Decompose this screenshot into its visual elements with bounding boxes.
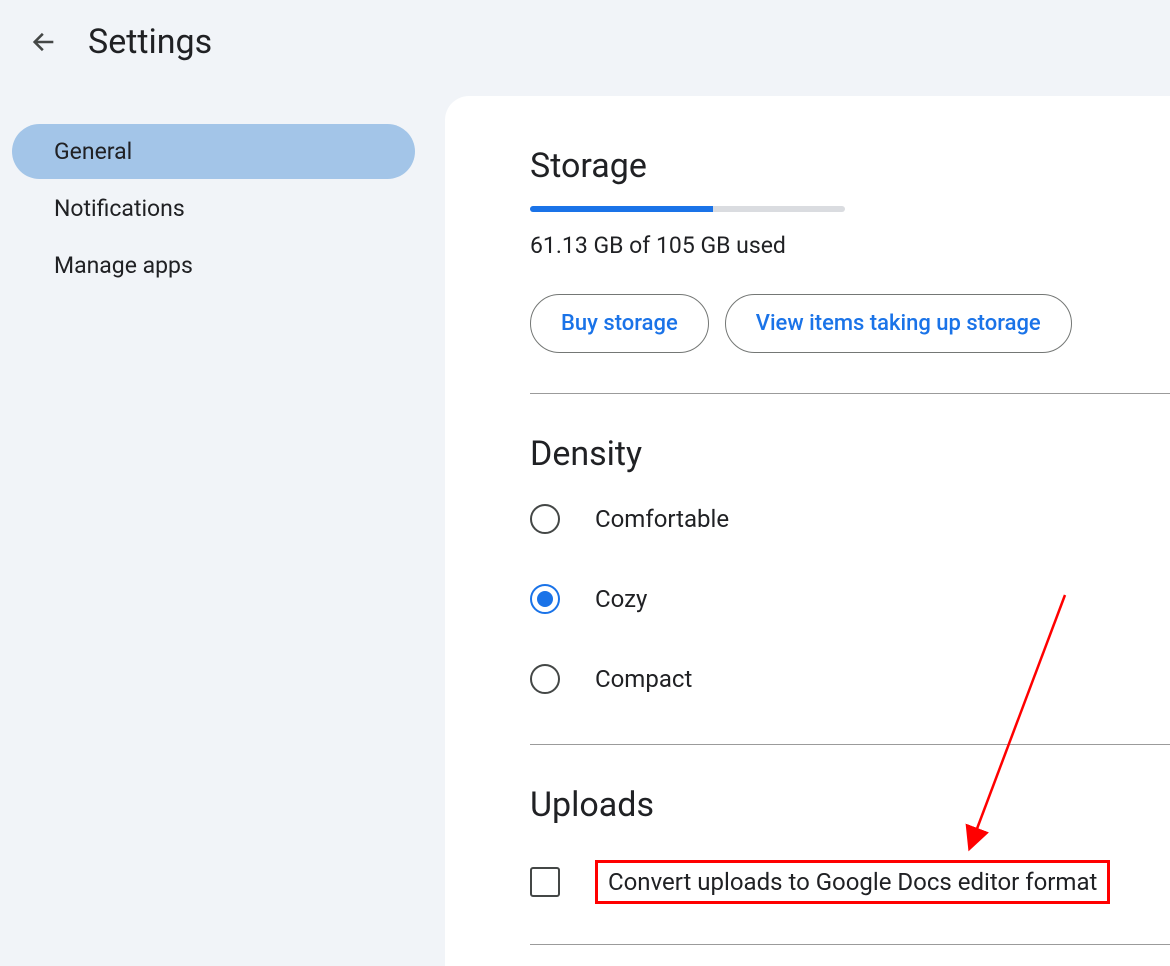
sidebar-item-label: Notifications — [54, 195, 185, 222]
density-radio-group: Comfortable Cozy Compact — [530, 504, 1170, 694]
view-storage-items-button[interactable]: View items taking up storage — [725, 294, 1072, 353]
density-option-comfortable[interactable]: Comfortable — [530, 504, 1170, 534]
main-container: General Notifications Manage apps Storag… — [0, 84, 1170, 966]
storage-buttons: Buy storage View items taking up storage — [530, 294, 1170, 353]
density-option-compact[interactable]: Compact — [530, 664, 1170, 694]
storage-usage-text: 61.13 GB of 105 GB used — [530, 232, 1170, 259]
radio-label: Cozy — [595, 585, 647, 613]
sidebar-item-label: Manage apps — [54, 252, 193, 279]
density-section: Density Comfortable Cozy Compact — [530, 394, 1170, 694]
radio-icon — [530, 504, 560, 534]
radio-icon — [530, 664, 560, 694]
storage-title: Storage — [530, 146, 1170, 186]
divider — [530, 944, 1170, 945]
checkbox-label: Convert uploads to Google Docs editor fo… — [608, 868, 1097, 896]
annotation-highlight-box: Convert uploads to Google Docs editor fo… — [595, 860, 1110, 904]
sidebar-item-general[interactable]: General — [12, 124, 415, 179]
sidebar-item-notifications[interactable]: Notifications — [12, 181, 415, 236]
uploads-title: Uploads — [530, 785, 1170, 825]
storage-progress-fill — [530, 206, 713, 212]
radio-label: Comfortable — [595, 505, 729, 533]
radio-label: Compact — [595, 665, 692, 693]
sidebar-item-label: General — [54, 138, 132, 165]
radio-icon — [530, 584, 560, 614]
uploads-convert-option[interactable]: Convert uploads to Google Docs editor fo… — [530, 860, 1170, 904]
uploads-section: Uploads Convert uploads to Google Docs e… — [530, 745, 1170, 904]
sidebar: General Notifications Manage apps — [0, 84, 415, 966]
density-title: Density — [530, 434, 1170, 474]
back-arrow-icon[interactable] — [30, 28, 58, 56]
sidebar-item-manage-apps[interactable]: Manage apps — [12, 238, 415, 293]
density-option-cozy[interactable]: Cozy — [530, 584, 1170, 614]
buy-storage-button[interactable]: Buy storage — [530, 294, 709, 353]
storage-progress-bar — [530, 206, 845, 212]
content-panel: Storage 61.13 GB of 105 GB used Buy stor… — [445, 96, 1170, 966]
checkbox-icon[interactable] — [530, 867, 560, 897]
header: Settings — [0, 0, 1170, 84]
page-title: Settings — [88, 22, 212, 62]
